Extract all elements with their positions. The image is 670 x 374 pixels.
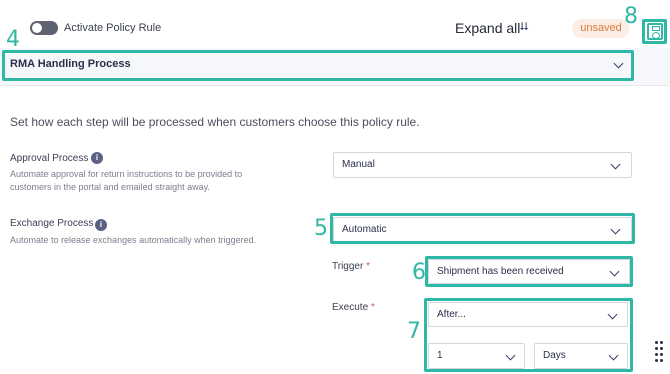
approval-process-select[interactable]: Manual [333,152,632,178]
annotation-box-7 [424,298,633,372]
exchange-process-label: Exchange Process [10,218,94,229]
intro-text: Set how each step will be processed when… [10,115,420,129]
approval-process-description: Automate approval for return instruction… [10,169,243,192]
double-chevron-down-icon[interactable]: ⮇ [520,21,529,34]
chevron-down-icon [610,159,621,170]
info-icon[interactable]: i [95,219,107,231]
drag-handle-icon[interactable] [655,341,663,367]
annotation-box-5 [330,213,635,244]
trigger-label: Trigger * [332,261,370,272]
status-badge: unsaved [572,19,630,38]
exchange-process-description: Automate to release exchanges automatica… [10,235,257,245]
info-icon[interactable]: i [91,152,103,164]
annotation-number-6: 6 [412,260,426,285]
expand-all-button[interactable]: Expand all [455,20,520,36]
annotation-box-4 [2,50,634,81]
annotation-number-5: 5 [314,216,328,241]
annotation-number-8: 8 [624,4,638,29]
toggle-knob [32,23,42,33]
annotation-box-6 [425,256,633,287]
annotation-number-7: 7 [407,319,421,344]
activate-policy-label: Activate Policy Rule [64,22,162,34]
activate-policy-toggle[interactable] [30,21,58,35]
annotation-number-4: 4 [6,27,20,52]
approval-process-label: Approval Process [10,153,89,164]
execute-label: Execute * [332,302,375,313]
approval-process-value: Manual [342,159,375,170]
save-icon[interactable] [647,23,663,40]
